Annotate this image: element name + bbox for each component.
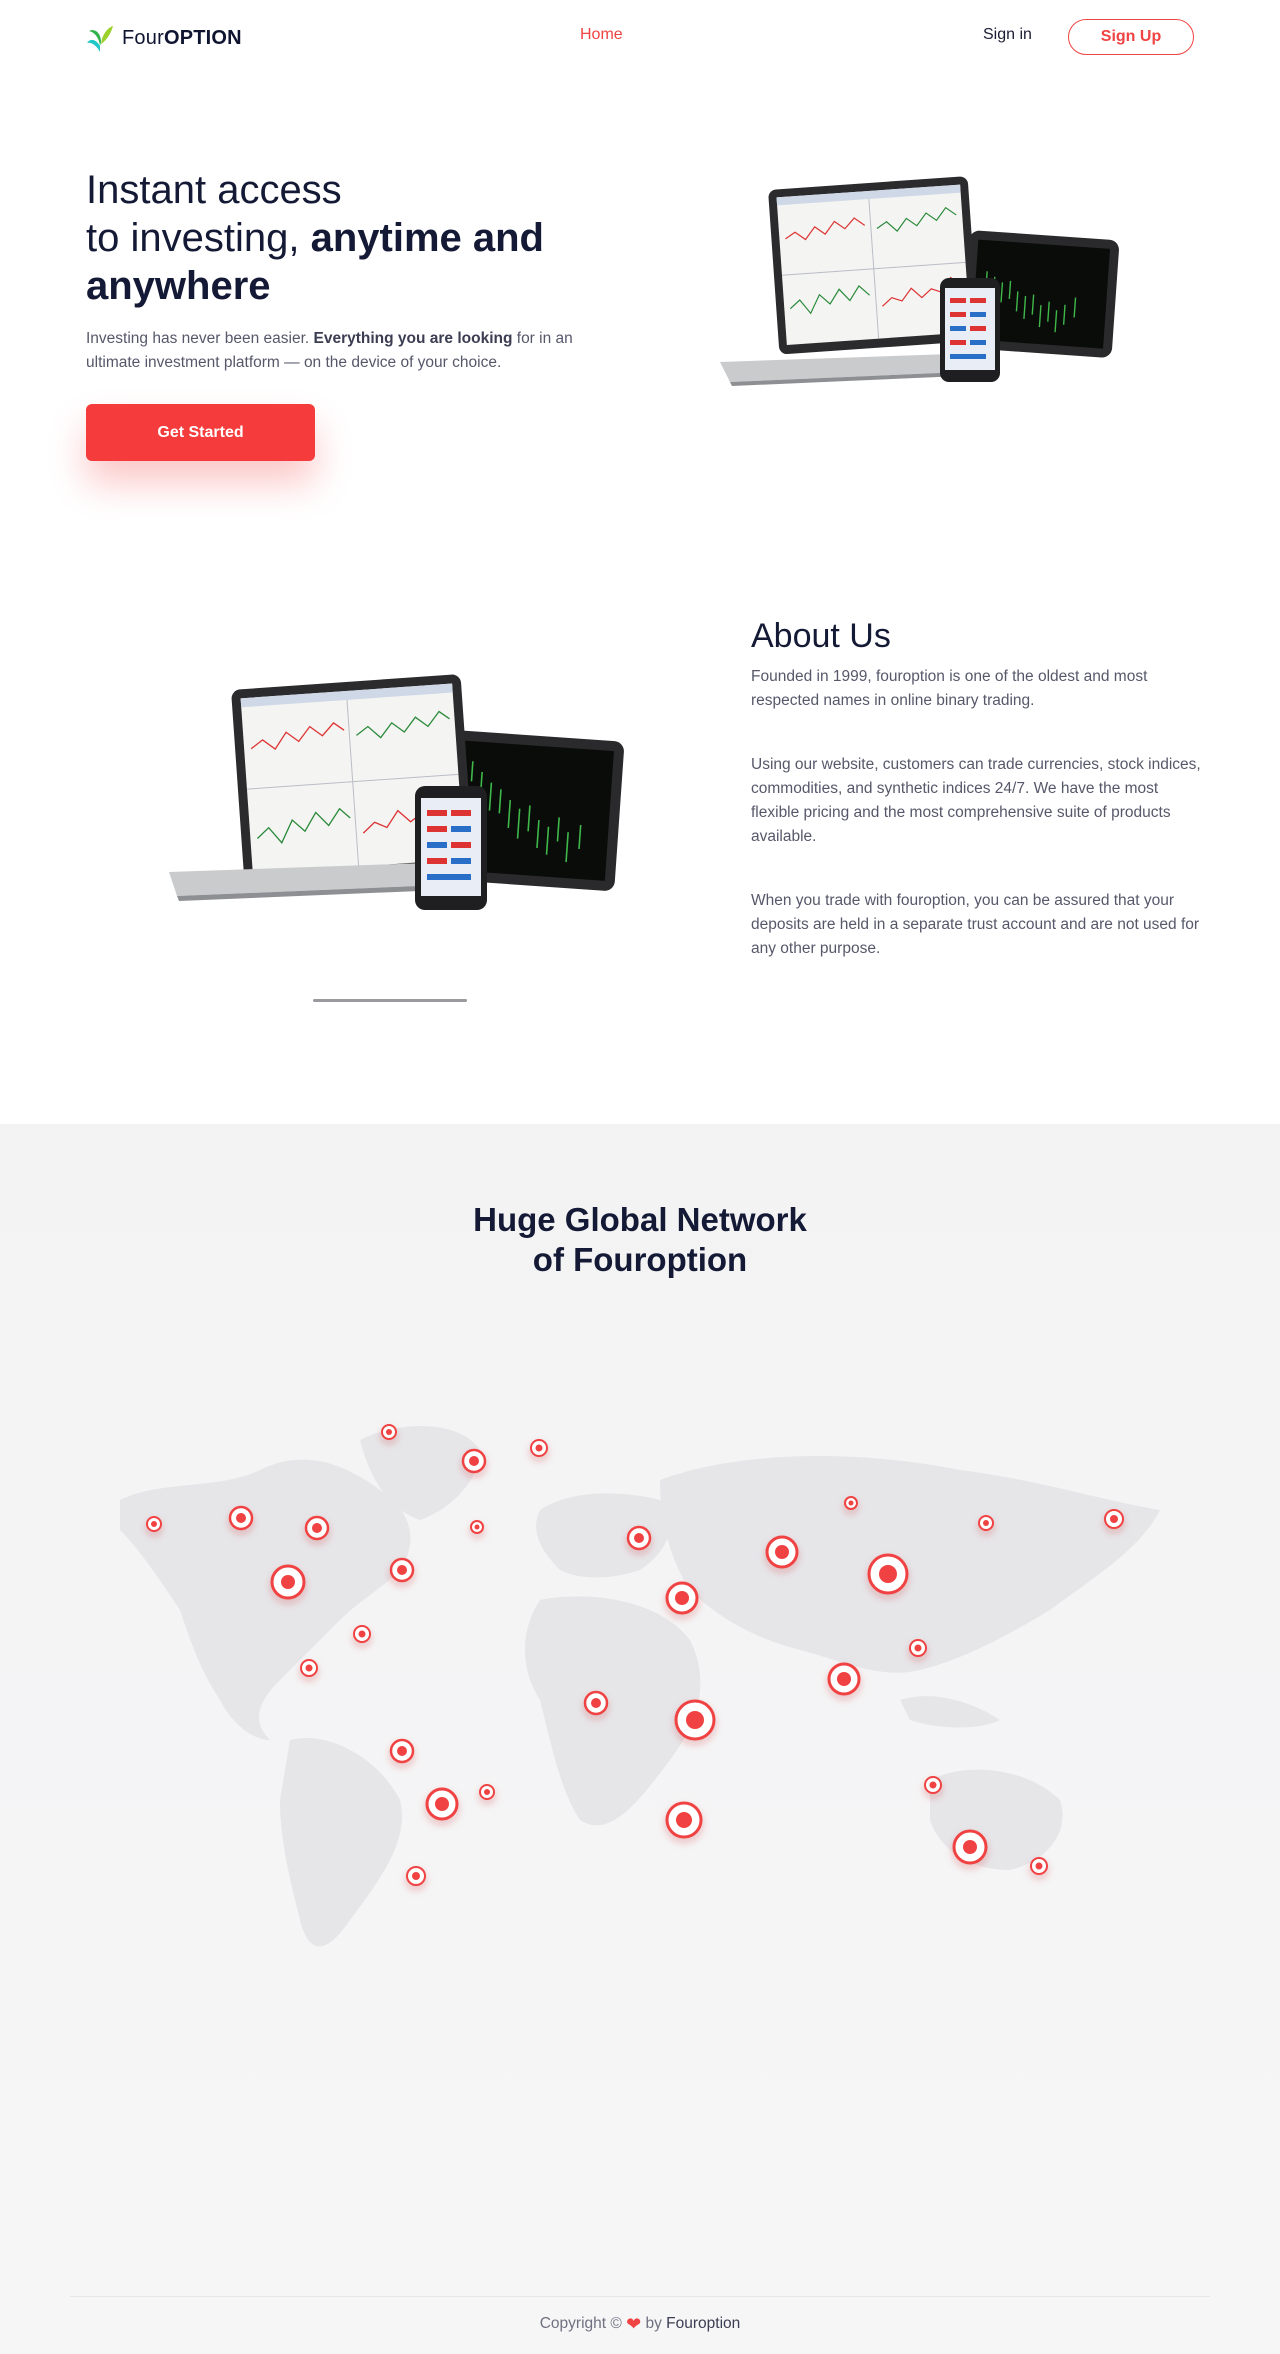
signup-button[interactable]: Sign Up [1068, 19, 1194, 55]
leaf-logo-icon [87, 26, 113, 52]
brand-logo[interactable]: FourOPTION [86, 22, 242, 54]
world-map-image [120, 1424, 1160, 1947]
brand-name: FourOPTION [122, 26, 242, 49]
nav-link-home[interactable]: Home [580, 26, 623, 44]
hero-title: Instant access to investing, anytime and… [86, 168, 544, 308]
heart-icon: ❤ [626, 2314, 642, 2334]
get-started-button[interactable]: Get Started [86, 404, 315, 461]
footer: Copyright © ❤ by Fouroption [539, 2314, 741, 2334]
about-paragraph-1: Founded in 1999, fouroption is one of th… [751, 668, 1148, 709]
signin-link[interactable]: Sign in [983, 26, 1032, 44]
about-paragraph-3: When you trade with fouroption, you can … [751, 892, 1200, 957]
about-devices-image [169, 674, 624, 910]
about-title: About Us [751, 617, 891, 655]
image-shadow-bar [313, 999, 467, 1002]
about-paragraph-2: Using our website, customers can trade c… [751, 756, 1201, 845]
footer-divider [70, 2296, 1210, 2297]
hero-description: Investing has never been easier. Everyth… [86, 330, 573, 371]
network-title: Huge Global Network of Fouroption [473, 1201, 807, 1278]
footer-brand: Fouroption [666, 2315, 741, 2332]
hero-devices-image [720, 176, 1119, 386]
top-navbar: FourOPTION Home Sign in Sign Up [0, 0, 1280, 74]
